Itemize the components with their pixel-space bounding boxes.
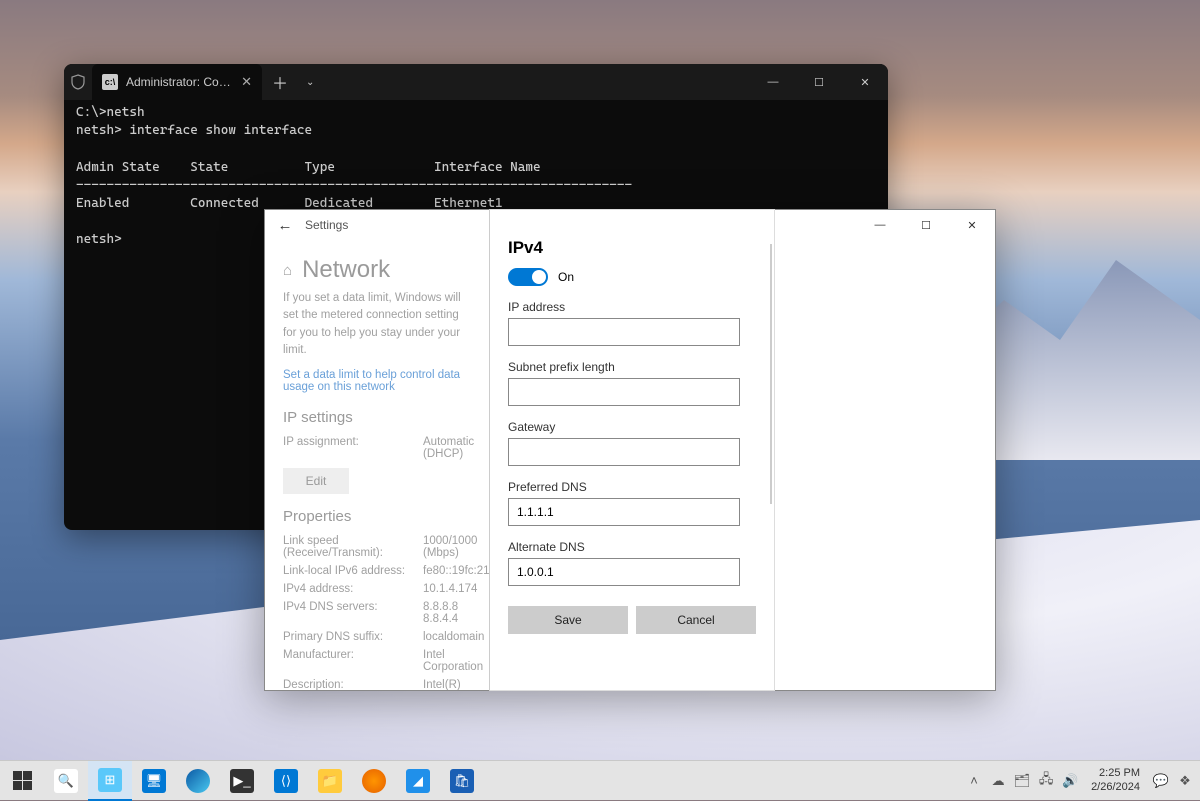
edit-button[interactable]: Edit [283,468,349,494]
search-button[interactable]: 🔍 [44,761,88,801]
onedrive-icon[interactable]: ☁ [987,761,1009,801]
page-subtitle: If you set a data limit, Windows will se… [283,290,473,359]
property-value: Intel(R) 82574L Gigabit Network Connecti… [423,679,481,690]
new-tab-button[interactable]: ＋ [262,70,298,94]
volume-icon[interactable]: 🔊 [1059,761,1081,801]
property-key: Description: [283,679,423,690]
network-icon[interactable]: 🖧 [1035,761,1057,801]
display-settings-icon[interactable]: 🖥 [132,761,176,801]
store-icon[interactable]: 🛍 [440,761,484,801]
tray-chevron-icon[interactable]: ˄ [963,761,985,801]
ipv4-toggle[interactable] [508,268,548,286]
tray-app-icon[interactable]: ❖ [1174,761,1196,801]
scrollbar[interactable] [770,244,772,504]
shield-icon [64,74,92,90]
subnet-label: Subnet prefix length [508,360,756,374]
start-button[interactable] [0,761,44,801]
home-icon[interactable]: ⌂ [283,262,292,279]
ip-address-input[interactable] [508,318,740,346]
close-icon[interactable]: ✕ [239,74,254,90]
app-icon-blue[interactable]: ◢ [396,761,440,801]
preferred-dns-label: Preferred DNS [508,480,756,494]
maximize-button[interactable]: ☐ [903,210,949,240]
file-explorer-icon[interactable]: 📁 [308,761,352,801]
property-value: 1000/1000 (Mbps) [423,535,477,559]
windows-logo-icon [13,771,32,790]
alternate-dns-label: Alternate DNS [508,540,756,554]
property-key: Primary DNS suffix: [283,631,423,643]
terminal-tab-title: Administrator: Command Prompt [126,75,231,89]
window-title: Settings [305,218,348,232]
clock-time: 2:25 PM [1091,767,1140,781]
page-title: Network [302,256,390,284]
notifications-icon[interactable]: 💬 [1150,761,1172,801]
property-row: Link-local IPv6 address:fe80::19fc:21… [283,565,473,577]
property-row: Description:Intel(R) 82574L Gigabit Netw… [283,679,473,690]
data-limit-link[interactable]: Set a data limit to help control data us… [283,369,473,393]
ip-assignment-label: IP assignment: [283,436,423,460]
ip-settings-heading: IP settings [283,409,473,426]
clock[interactable]: 2:25 PM 2/26/2024 [1083,767,1148,795]
toggle-label: On [558,270,574,284]
ip-address-label: IP address [508,300,756,314]
terminal-taskbar-icon[interactable]: ▶_ [220,761,264,801]
property-value: localdomain [423,631,484,643]
gateway-input[interactable] [508,438,740,466]
properties-heading: Properties [283,508,473,525]
edge-browser-icon[interactable] [176,761,220,801]
property-key: IPv4 address: [283,583,423,595]
task-view-button[interactable]: ⊞ [88,761,132,801]
alternate-dns-input[interactable] [508,558,740,586]
property-row: Manufacturer:Intel Corporation [283,649,473,673]
close-button[interactable]: ✕ [842,67,888,97]
taskbar[interactable]: 🔍 ⊞ 🖥 ▶_ ⟨⟩ 📁 ◢ 🛍 ˄ ☁ 🗂 🖧 🔊 2:25 PM 2/26… [0,760,1200,800]
property-row: Primary DNS suffix:localdomain [283,631,473,643]
property-value: 8.8.8.8 8.8.4.4 [423,601,458,625]
ip-assignment-value: Automatic (DHCP) [423,436,474,460]
maximize-button[interactable]: ☐ [796,67,842,97]
firefox-icon[interactable] [352,761,396,801]
minimize-button[interactable]: — [857,210,903,240]
close-button[interactable]: ✕ [949,210,995,240]
ipv4-dialog: IPv4 On IP address Subnet prefix length … [489,209,775,691]
property-row: IPv4 DNS servers:8.8.8.8 8.8.4.4 [283,601,473,625]
property-key: Manufacturer: [283,649,423,673]
minimize-button[interactable]: — [750,67,796,97]
battery-icon[interactable]: 🗂 [1011,761,1033,801]
vscode-icon[interactable]: ⟨⟩ [264,761,308,801]
property-value: fe80::19fc:21… [423,565,491,577]
terminal-tab[interactable]: c:\ Administrator: Command Prompt ✕ [92,64,262,100]
save-button[interactable]: Save [508,606,628,634]
property-value: Intel Corporation [423,649,483,673]
property-row: IPv4 address:10.1.4.174 [283,583,473,595]
property-row: Link speed (Receive/Transmit):1000/1000 … [283,535,473,559]
property-value: 10.1.4.174 [423,583,477,595]
network-panel: ⌂ Network If you set a data limit, Windo… [265,240,491,690]
property-key: Link speed (Receive/Transmit): [283,535,423,559]
tab-dropdown[interactable]: ⌄ [298,77,322,88]
dialog-title: IPv4 [508,238,756,258]
cancel-button[interactable]: Cancel [636,606,756,634]
back-button[interactable]: ← [265,217,305,234]
preferred-dns-input[interactable] [508,498,740,526]
cmd-icon: c:\ [102,74,118,90]
property-key: Link-local IPv6 address: [283,565,423,577]
property-key: IPv4 DNS servers: [283,601,423,625]
gateway-label: Gateway [508,420,756,434]
clock-date: 2/26/2024 [1091,781,1140,795]
subnet-input[interactable] [508,378,740,406]
terminal-titlebar[interactable]: c:\ Administrator: Command Prompt ✕ ＋ ⌄ … [64,64,888,100]
